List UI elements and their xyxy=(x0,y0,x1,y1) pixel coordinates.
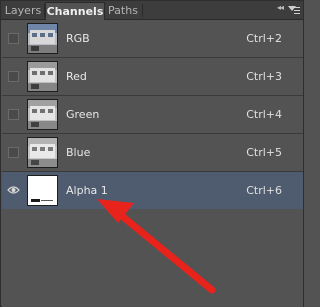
annotation-arrow xyxy=(97,199,216,294)
